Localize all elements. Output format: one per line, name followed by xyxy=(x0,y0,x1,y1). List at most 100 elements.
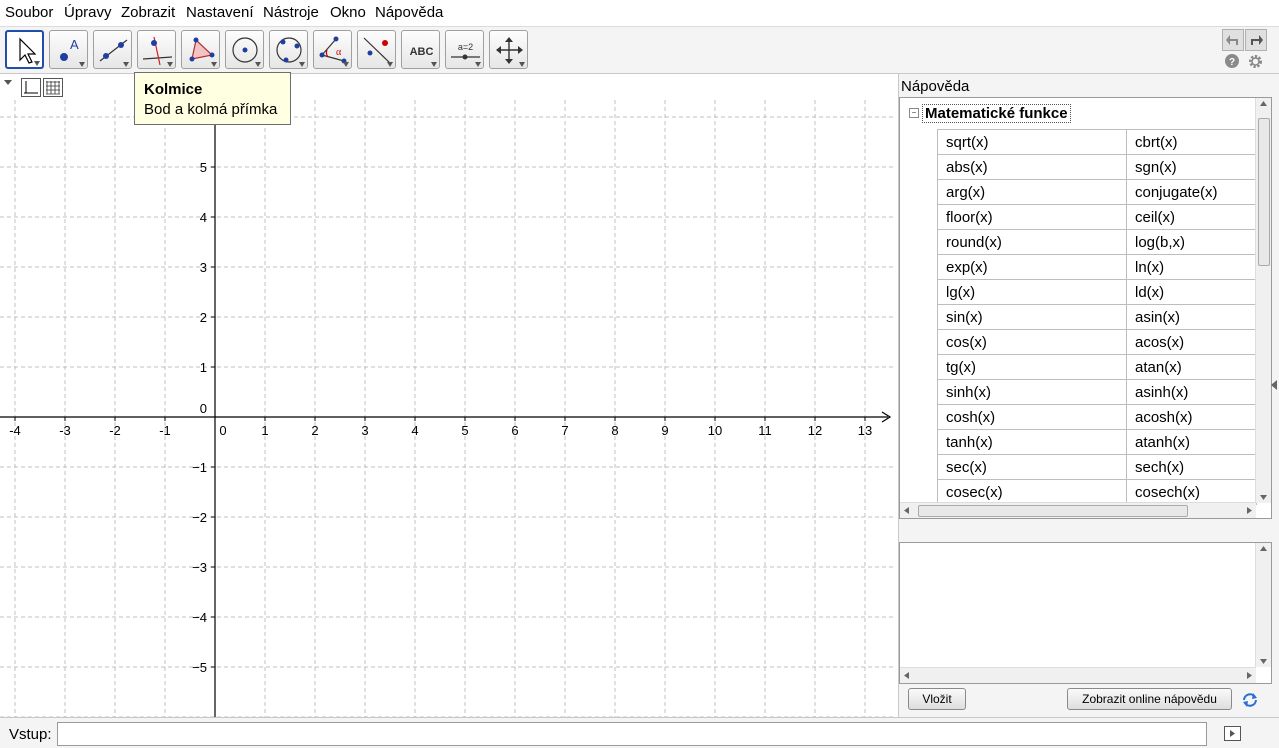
function-cell[interactable]: sgn(x) xyxy=(1126,154,1257,180)
function-cell[interactable]: cbrt(x) xyxy=(1126,129,1257,155)
functions-table-row: cosh(x) acosh(x) xyxy=(937,404,1257,430)
refresh-icon[interactable] xyxy=(1241,691,1259,709)
coordinate-plane[interactable]: -4 -3 -2 -1 0 1 2 3 4 5 6 7 8 9 10 11 12 13543210−1−2−3−4… xyxy=(0,74,896,717)
scroll-left-icon[interactable] xyxy=(903,671,911,680)
function-cell[interactable]: atan(x) xyxy=(1126,354,1257,380)
polygon-tool-button[interactable] xyxy=(181,30,220,69)
input-bar: Vstup: xyxy=(0,717,1279,748)
collapse-panel-arrow-icon[interactable] xyxy=(1271,380,1277,390)
input-field[interactable] xyxy=(57,722,1207,746)
function-cell[interactable]: cosec(x) xyxy=(937,479,1127,505)
scroll-down-icon[interactable] xyxy=(1259,493,1268,501)
online-help-button[interactable]: Zobrazit online nápovědu xyxy=(1067,688,1232,710)
function-cell[interactable]: lg(x) xyxy=(937,279,1127,305)
functions-table-row: cosec(x) cosech(x) xyxy=(937,479,1257,505)
function-cell[interactable]: asin(x) xyxy=(1126,304,1257,330)
function-cell[interactable]: tg(x) xyxy=(937,354,1127,380)
menu-okno[interactable]: Okno xyxy=(330,4,366,21)
scroll-up-icon[interactable] xyxy=(1259,100,1268,108)
function-cell[interactable]: sqrt(x) xyxy=(937,129,1127,155)
svg-text:a=2: a=2 xyxy=(458,42,473,52)
x-tick-label: 3 xyxy=(361,423,368,438)
reflect-tool-button[interactable] xyxy=(357,30,396,69)
function-cell[interactable]: ceil(x) xyxy=(1126,204,1257,230)
function-cell[interactable]: acosh(x) xyxy=(1126,404,1257,430)
function-cell[interactable]: sinh(x) xyxy=(937,379,1127,405)
functions-table-row: lg(x) ld(x) xyxy=(937,279,1257,305)
graphics-view[interactable]: -4 -3 -2 -1 0 1 2 3 4 5 6 7 8 9 10 11 12 13 5 4 3 2 1 0 −1 −2 −3 −4… xyxy=(0,74,896,717)
perpendicular-tool-button[interactable] xyxy=(137,30,176,69)
scroll-thumb[interactable] xyxy=(918,505,1188,517)
function-cell[interactable]: cos(x) xyxy=(937,329,1127,355)
function-cell[interactable]: floor(x) xyxy=(937,204,1127,230)
tool-tooltip: Kolmice Bod a kolmá přímka xyxy=(134,72,291,125)
menu-zobrazit[interactable]: Zobrazit xyxy=(121,4,175,21)
scroll-left-icon[interactable] xyxy=(903,506,911,515)
y-tick-label: −2 xyxy=(192,510,207,525)
svg-text:α: α xyxy=(336,47,342,58)
menu-napoveda[interactable]: Nápověda xyxy=(375,4,443,21)
angle-tool-button[interactable]: α xyxy=(313,30,352,69)
help-icon[interactable]: ? xyxy=(1224,53,1240,69)
redo-button[interactable] xyxy=(1245,29,1267,51)
function-cell[interactable]: log(b,x) xyxy=(1126,229,1257,255)
circle-tool-button[interactable] xyxy=(225,30,264,69)
x-tick-label: 9 xyxy=(661,423,668,438)
undo-button[interactable] xyxy=(1222,29,1244,51)
tree-horizontal-scrollbar[interactable] xyxy=(900,502,1256,518)
x-tick-label: 5 xyxy=(461,423,468,438)
function-cell[interactable]: acos(x) xyxy=(1126,329,1257,355)
y-tick-label: 0 xyxy=(200,401,207,416)
menu-nastaveni[interactable]: Nastavení xyxy=(186,4,254,21)
slider-tool-button[interactable]: a=2 xyxy=(445,30,484,69)
function-cell[interactable]: conjugate(x) xyxy=(1126,179,1257,205)
function-cell[interactable]: cosech(x) xyxy=(1126,479,1257,505)
function-cell[interactable]: cosh(x) xyxy=(937,404,1127,430)
scroll-right-icon[interactable] xyxy=(1245,671,1253,680)
menu-nastroje[interactable]: Nástroje xyxy=(263,4,319,21)
circle-three-points-tool-button[interactable] xyxy=(269,30,308,69)
y-tick-label: −1 xyxy=(192,460,207,475)
function-cell[interactable]: ln(x) xyxy=(1126,254,1257,280)
x-tick-label: -4 xyxy=(9,423,21,438)
tree-vertical-scrollbar[interactable] xyxy=(1255,98,1271,503)
function-cell[interactable]: sech(x) xyxy=(1126,454,1257,480)
collapse-icon[interactable]: − xyxy=(909,108,919,118)
x-tick-label: 2 xyxy=(311,423,318,438)
x-tick-label: 13 xyxy=(858,423,872,438)
function-cell[interactable]: abs(x) xyxy=(937,154,1127,180)
text-tool-button[interactable]: ABC xyxy=(401,30,440,69)
x-tick-label: -1 xyxy=(159,423,171,438)
move-tool-button[interactable] xyxy=(5,30,44,69)
input-help-icon[interactable] xyxy=(1224,726,1241,741)
function-cell[interactable]: sec(x) xyxy=(937,454,1127,480)
x-tick-label: 4 xyxy=(411,423,418,438)
description-vertical-scrollbar[interactable] xyxy=(1255,543,1271,667)
function-cell[interactable]: ld(x) xyxy=(1126,279,1257,305)
scroll-right-icon[interactable] xyxy=(1245,506,1253,515)
function-cell[interactable]: tanh(x) xyxy=(937,429,1127,455)
point-tool-button[interactable]: A xyxy=(49,30,88,69)
functions-table-row: arg(x) conjugate(x) xyxy=(937,179,1257,205)
description-horizontal-scrollbar[interactable] xyxy=(900,667,1256,683)
move-graphics-view-tool-button[interactable] xyxy=(489,30,528,69)
function-cell[interactable]: arg(x) xyxy=(937,179,1127,205)
menu-soubor[interactable]: Soubor xyxy=(5,4,53,21)
function-cell[interactable]: atanh(x) xyxy=(1126,429,1257,455)
function-cell[interactable]: sin(x) xyxy=(937,304,1127,330)
line-tool-button[interactable] xyxy=(93,30,132,69)
scroll-up-icon[interactable] xyxy=(1259,545,1268,553)
scroll-thumb[interactable] xyxy=(1258,118,1270,266)
x-tick-label: 11 xyxy=(758,423,772,438)
functions-table-row: round(x) log(b,x) xyxy=(937,229,1257,255)
tree-section-title[interactable]: Matematické funkce xyxy=(922,104,1071,123)
function-cell[interactable]: asinh(x) xyxy=(1126,379,1257,405)
y-tick-label: −5 xyxy=(192,660,207,675)
functions-table-row: sin(x) asin(x) xyxy=(937,304,1257,330)
insert-button[interactable]: Vložit xyxy=(908,688,966,710)
function-cell[interactable]: round(x) xyxy=(937,229,1127,255)
function-cell[interactable]: exp(x) xyxy=(937,254,1127,280)
gear-icon[interactable] xyxy=(1247,53,1264,70)
scroll-down-icon[interactable] xyxy=(1259,657,1268,665)
menu-upravy[interactable]: Úpravy xyxy=(64,4,112,21)
